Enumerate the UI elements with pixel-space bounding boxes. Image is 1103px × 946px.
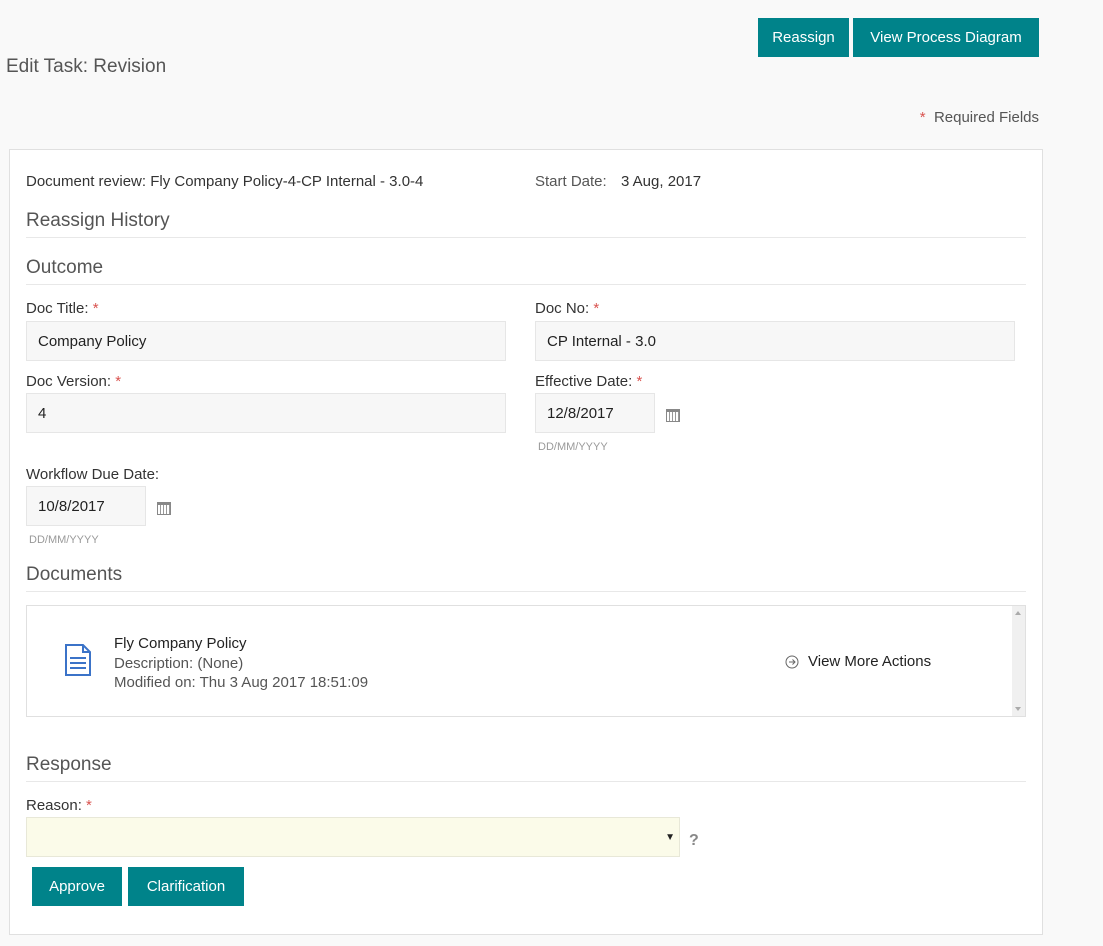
required-marker: * [115,373,122,390]
required-fields-label: Required Fields [933,109,1039,126]
page-title: Edit Task: Revision [6,56,167,77]
reason-label-text: Reason: [26,797,82,814]
doc-title-label: Doc Title: * [26,300,99,317]
scroll-up-icon[interactable] [1015,611,1021,615]
calendar-icon[interactable] [157,502,171,515]
view-more-actions-label: View More Actions [808,653,932,670]
effective-date-field[interactable]: 12/8/2017 [535,393,655,433]
workflow-due-date-label: Workflow Due Date: [26,466,160,483]
doc-no-label: Doc No: * [535,300,599,317]
effective-date-label: Effective Date: * [535,373,642,390]
document-name-link[interactable]: Fly Company Policy [114,635,247,652]
doc-title-label-text: Doc Title: [26,300,89,317]
start-date-value: 3 Aug, 2017 [621,173,702,190]
documents-list: Fly Company Policy Description: (None) M… [26,605,1026,717]
approve-button[interactable]: Approve [32,867,122,906]
required-fields-note: * Required Fields [920,109,1039,126]
reason-label: Reason: * [26,797,92,814]
clarification-button[interactable]: Clarification [128,867,244,906]
section-reassign-history[interactable]: Reassign History [26,210,1026,238]
doc-no-field[interactable]: CP Internal - 3.0 [535,321,1015,361]
doc-title-field[interactable]: Company Policy [26,321,506,361]
section-response: Response [26,754,1026,782]
required-marker: * [86,797,92,814]
doc-version-label-text: Doc Version: [26,373,112,390]
doc-version-label: Doc Version: * [26,373,121,390]
required-marker: * [919,109,926,126]
effective-date-label-text: Effective Date: [535,373,633,390]
documents-scrollbar[interactable] [1012,606,1025,716]
document-review-text: Document review: Fly Company Policy-4-CP… [26,173,424,190]
section-outcome: Outcome [26,257,1026,285]
section-documents: Documents [26,564,1026,592]
help-icon[interactable]: ? [689,832,699,850]
effective-date-hint: DD/MM/YYYY [538,441,608,453]
document-modified: Modified on: Thu 3 Aug 2017 18:51:09 [114,674,369,691]
start-date-label: Start Date: [535,173,607,190]
scroll-down-icon[interactable] [1015,707,1021,711]
document-icon [65,644,91,676]
reason-select[interactable]: ▼ [26,817,680,857]
view-more-actions-link[interactable]: View More Actions [785,653,931,670]
calendar-icon[interactable] [666,409,680,422]
doc-version-field[interactable]: 4 [26,393,506,433]
document-description: Description: (None) [114,655,244,672]
required-marker: * [636,373,643,390]
required-marker: * [593,300,600,317]
chevron-down-icon: ▼ [665,832,675,843]
doc-no-label-text: Doc No: [535,300,590,317]
view-process-diagram-button[interactable]: View Process Diagram [853,18,1039,57]
task-panel: Document review: Fly Company Policy-4-CP… [9,149,1043,935]
workflow-due-date-field[interactable]: 10/8/2017 [26,486,146,526]
workflow-due-date-hint: DD/MM/YYYY [29,534,99,546]
arrow-circle-right-icon [785,655,799,668]
required-marker: * [92,300,99,317]
reassign-button[interactable]: Reassign [758,18,849,57]
